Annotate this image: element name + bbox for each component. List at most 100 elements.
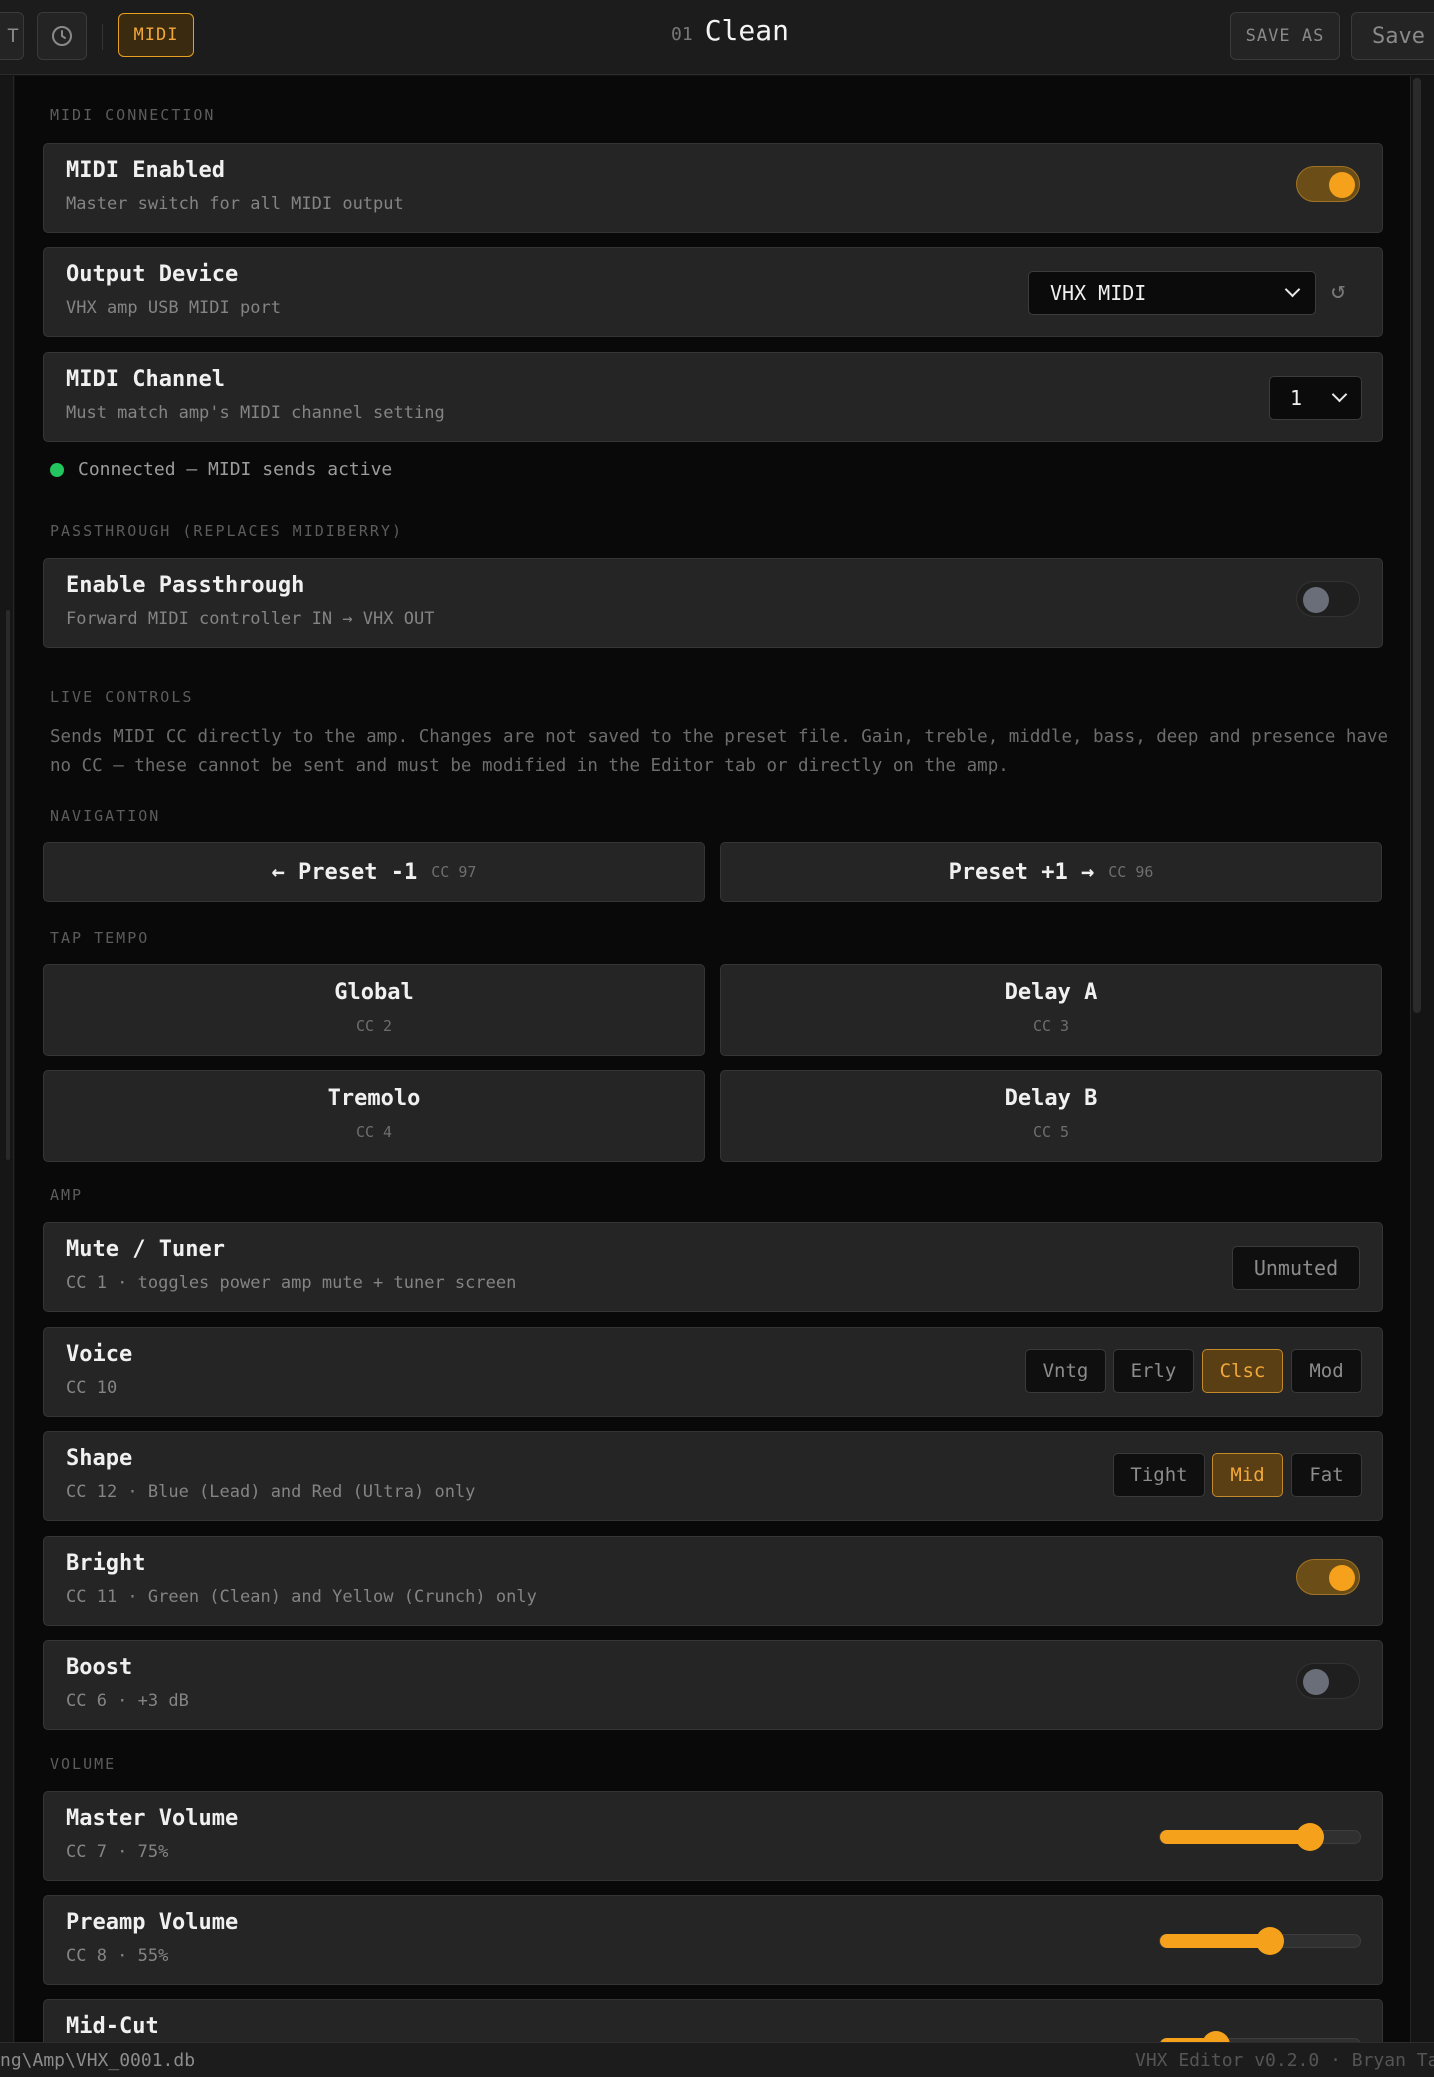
connection-status: Connected — MIDI sends active: [50, 459, 392, 480]
tap-tremolo-button[interactable]: Tremolo CC 4: [43, 1070, 705, 1162]
refresh-icon[interactable]: ↺: [1331, 276, 1345, 304]
row-title: Mute / Tuner: [66, 1237, 225, 1262]
row-title: Shape: [66, 1446, 133, 1471]
status-dot-icon: [50, 462, 64, 477]
bright-row: Bright CC 11 · Green (Clean) and Yellow …: [43, 1536, 1383, 1626]
preset-next-label: Preset +1 →: [948, 859, 1095, 885]
voice-option-clsc[interactable]: Clsc: [1202, 1349, 1283, 1393]
tap-label: Delay B: [1004, 1086, 1098, 1111]
tap-label: Global: [334, 980, 414, 1005]
top-bar: T MIDI 01 Clean SAVE AS Save: [0, 0, 1434, 75]
chevron-down-icon: [1331, 386, 1348, 403]
save-button[interactable]: Save: [1351, 12, 1434, 60]
row-title: Mid-Cut: [66, 2014, 159, 2039]
toggle-knob: [1329, 172, 1355, 198]
tap-cc: CC 2: [355, 1017, 393, 1035]
shape-option-mid[interactable]: Mid: [1212, 1453, 1283, 1497]
app-version: VHX Editor v0.2.0 · Bryan Ta: [1135, 2050, 1434, 2071]
row-title: Voice: [66, 1342, 133, 1367]
row-subtitle: Forward MIDI controller IN → VHX OUT: [66, 609, 435, 629]
bright-toggle[interactable]: [1296, 1559, 1360, 1595]
preset-name: Clean: [704, 14, 789, 47]
preset-next-button[interactable]: Preset +1 → CC 96: [720, 842, 1382, 902]
file-path: ng\Amp\VHX_0001.db: [0, 2050, 196, 2071]
section-live-controls: LIVE CONTROLS: [50, 688, 194, 706]
preset-number: 01: [671, 24, 693, 45]
output-device-select[interactable]: VHX MIDI: [1028, 271, 1316, 315]
output-device-value: VHX MIDI: [1050, 281, 1147, 305]
master-volume-slider[interactable]: [1159, 1823, 1361, 1851]
slider-fill: [1160, 1934, 1270, 1948]
chevron-down-icon: [1284, 281, 1301, 298]
left-scrollbar-thumb[interactable]: [6, 610, 10, 1160]
live-controls-description: Sends MIDI CC directly to the amp. Chang…: [50, 727, 1389, 776]
row-title: Preamp Volume: [66, 1910, 239, 1935]
preamp-volume-slider[interactable]: [1159, 1927, 1361, 1955]
row-subtitle: Master switch for all MIDI output: [66, 194, 404, 214]
midi-channel-row: MIDI Channel Must match amp's MIDI chann…: [43, 352, 1383, 442]
row-title: Master Volume: [66, 1806, 239, 1831]
tap-cc: CC 3: [1032, 1017, 1070, 1035]
section-tap-tempo: TAP TEMPO: [50, 929, 150, 947]
midi-enabled-toggle[interactable]: [1296, 166, 1360, 202]
preset-prev-cc: CC 97: [431, 863, 477, 881]
toggle-knob: [1329, 1565, 1355, 1591]
row-title: Output Device: [66, 262, 239, 287]
master-volume-row: Master Volume CC 7 · 75%: [43, 1791, 1383, 1881]
slider-thumb[interactable]: [1256, 1927, 1284, 1955]
row-subtitle: CC 8 · 55%: [66, 1946, 169, 1966]
shape-row: Shape CC 12 · Blue (Lead) and Red (Ultra…: [43, 1431, 1383, 1521]
row-title: Enable Passthrough: [66, 573, 305, 598]
midcut-row-clip: Mid-Cut: [43, 1999, 1383, 2042]
boost-row: Boost CC 6 · +3 dB: [43, 1640, 1383, 1730]
output-device-row: Output Device VHX amp USB MIDI port VHX …: [43, 247, 1383, 337]
voice-option-erly[interactable]: Erly: [1113, 1349, 1194, 1393]
voice-row: Voice CC 10 Vntg Erly Clsc Mod: [43, 1327, 1383, 1417]
mute-toggle-button[interactable]: Unmuted: [1232, 1246, 1360, 1290]
row-subtitle: VHX amp USB MIDI port: [66, 298, 281, 318]
section-volume: VOLUME: [50, 1755, 117, 1773]
right-scrollbar-thumb[interactable]: [1413, 78, 1421, 1013]
midi-channel-select[interactable]: 1: [1269, 376, 1362, 420]
preset-next-cc: CC 96: [1108, 863, 1154, 881]
preset-title: 01 Clean: [0, 14, 1434, 47]
preset-prev-button[interactable]: ← Preset -1 CC 97: [43, 842, 705, 902]
passthrough-row: Enable Passthrough Forward MIDI controll…: [43, 558, 1383, 648]
midi-channel-value: 1: [1290, 386, 1303, 410]
section-midi-connection: MIDI CONNECTION: [50, 106, 216, 124]
tap-delay-a-button[interactable]: Delay A CC 3: [720, 964, 1382, 1056]
shape-option-tight[interactable]: Tight: [1113, 1453, 1205, 1497]
boost-toggle[interactable]: [1296, 1663, 1360, 1699]
voice-option-mod[interactable]: Mod: [1291, 1349, 1362, 1393]
save-as-button[interactable]: SAVE AS: [1230, 12, 1340, 60]
row-subtitle: CC 11 · Green (Clean) and Yellow (Crunch…: [66, 1587, 537, 1607]
tap-label: Delay A: [1004, 980, 1098, 1005]
section-passthrough: PASSTHROUGH (REPLACES MIDIBERRY): [50, 522, 403, 540]
row-title: Bright: [66, 1551, 146, 1576]
tap-label: Tremolo: [327, 1086, 421, 1111]
tap-cc: CC 5: [1032, 1123, 1070, 1141]
slider-thumb[interactable]: [1296, 1823, 1324, 1851]
tap-global-button[interactable]: Global CC 2: [43, 964, 705, 1056]
section-amp: AMP: [50, 1186, 84, 1204]
passthrough-toggle[interactable]: [1296, 581, 1360, 617]
section-navigation: NAVIGATION: [50, 807, 161, 825]
mute-tuner-row: Mute / Tuner CC 1 · toggles power amp mu…: [43, 1222, 1383, 1312]
row-title: MIDI Channel: [66, 367, 225, 392]
row-subtitle: CC 7 · 75%: [66, 1842, 169, 1862]
row-subtitle: CC 10: [66, 1378, 118, 1398]
mid-cut-row: Mid-Cut: [43, 1999, 1383, 2042]
shape-option-fat[interactable]: Fat: [1291, 1453, 1362, 1497]
toggle-knob: [1303, 1669, 1329, 1695]
slider-fill: [1160, 1830, 1310, 1844]
row-title: MIDI Enabled: [66, 158, 225, 183]
preset-prev-label: ← Preset -1: [271, 859, 418, 885]
preamp-volume-row: Preamp Volume CC 8 · 55%: [43, 1895, 1383, 1985]
connection-status-text: Connected — MIDI sends active: [78, 459, 393, 480]
row-subtitle: Must match amp's MIDI channel setting: [66, 403, 445, 423]
voice-option-vntg[interactable]: Vntg: [1025, 1349, 1106, 1393]
tap-delay-b-button[interactable]: Delay B CC 5: [720, 1070, 1382, 1162]
toggle-knob: [1303, 587, 1329, 613]
slider-thumb[interactable]: [1202, 2031, 1230, 2042]
tap-cc: CC 4: [355, 1123, 393, 1141]
